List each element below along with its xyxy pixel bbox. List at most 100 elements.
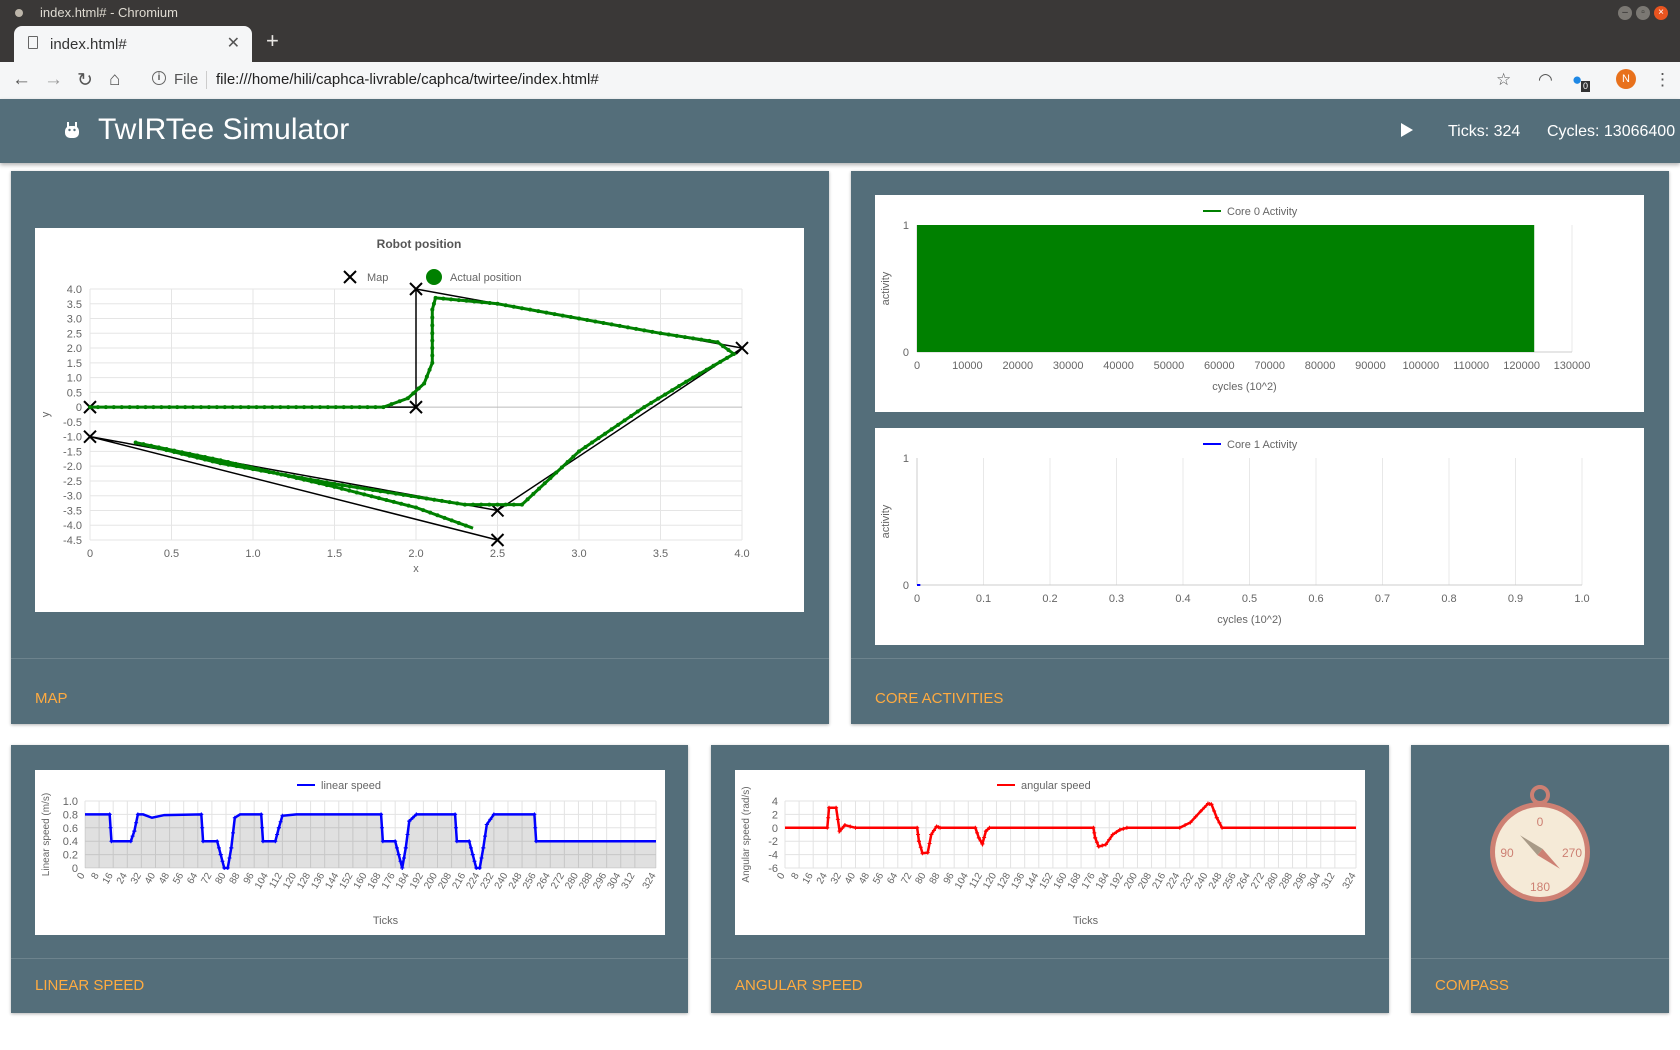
- actual-position-point: [617, 323, 622, 328]
- y-tick-label: 0: [772, 823, 778, 835]
- actual-position-point: [393, 491, 398, 496]
- actual-position-point: [455, 501, 460, 506]
- robot-position-chart: 0 0.5 1.0 1.5 2.0 2.5 3.0 3.5 4.0 4.0 3.5 3.0 2.5 2.0…: [40, 237, 750, 575]
- x-tick-label: 312: [620, 871, 638, 891]
- card-divider: [11, 658, 829, 659]
- actual-position-point: [577, 449, 581, 454]
- actual-position-point: [449, 518, 454, 523]
- actual-position-point: [629, 413, 634, 418]
- y-tick-label: -0.5: [63, 417, 82, 429]
- x-tick-label: 192: [1108, 871, 1126, 891]
- linear-speed-card: 0 8 16 24 32 40 48 56 64 72 80 88 96 104 112 120 128 136 1…: [11, 745, 688, 1013]
- actual-position-point: [487, 301, 492, 306]
- actual-position-point: [347, 484, 352, 489]
- actual-position-point: [487, 502, 492, 507]
- y-tick-label: 0.6: [63, 823, 78, 835]
- x-tick-label: 40: [143, 871, 158, 887]
- y-tick-label: 1.5: [67, 358, 82, 370]
- actual-position-point: [254, 405, 259, 410]
- actual-position-point: [649, 400, 654, 405]
- info-icon[interactable]: i: [152, 71, 166, 85]
- window-title: index.html# - Chromium: [40, 5, 178, 20]
- actual-position-point: [262, 405, 267, 410]
- x-tick-label: 224: [464, 871, 482, 891]
- actual-position-point: [519, 502, 524, 507]
- actual-position-point: [286, 474, 291, 479]
- forward-icon[interactable]: →: [44, 69, 63, 91]
- x-tick-label: 184: [394, 871, 412, 891]
- home-icon[interactable]: ⌂: [109, 69, 120, 91]
- actual-position-point: [226, 460, 231, 465]
- extension-headset-icon[interactable]: ◠: [1538, 70, 1553, 90]
- x-tick-label: 176: [1080, 871, 1098, 891]
- actual-position-point: [275, 471, 280, 476]
- legend-map-label: Map: [367, 272, 388, 284]
- x-tick-label: 304: [1305, 871, 1323, 891]
- maximize-icon[interactable]: ▫: [1636, 6, 1650, 20]
- menu-icon[interactable]: ⋮: [1654, 70, 1671, 90]
- actual-position-point: [658, 331, 663, 336]
- x-tick-label: 8: [89, 871, 102, 882]
- url-scheme: File: [174, 71, 199, 88]
- actual-position-point: [143, 405, 148, 410]
- actual-position-point: [707, 338, 712, 343]
- actual-position-point: [472, 299, 477, 304]
- actual-position-point: [585, 318, 590, 323]
- actual-position-point: [625, 325, 630, 330]
- actual-position-point: [525, 497, 530, 502]
- actual-position-point: [199, 405, 204, 410]
- core1-chart-panel: 0 0.1 0.2 0.3 0.4 0.5 0.6 0.7 0.8 0.9 1.0 1 0 Core 1 …: [875, 428, 1644, 645]
- actual-position-point: [430, 346, 435, 351]
- legend-label: Core 0 Activity: [1227, 206, 1298, 218]
- x-tick-label: 40000: [1103, 360, 1134, 372]
- back-icon[interactable]: ←: [12, 69, 31, 91]
- bookmark-star-icon[interactable]: ☆: [1496, 70, 1511, 90]
- actual-position-point: [441, 296, 446, 301]
- x-tick-label: 264: [535, 871, 553, 891]
- x-tick-label: 0: [87, 548, 93, 560]
- browser-tab[interactable]: index.html# ✕: [14, 26, 252, 62]
- actual-position-point: [642, 328, 647, 333]
- actual-position-point: [241, 463, 246, 468]
- actual-position-point: [731, 351, 736, 356]
- play-icon[interactable]: [1401, 123, 1413, 137]
- map-chart-panel: 0 0.5 1.0 1.5 2.0 2.5 3.0 3.5 4.0 4.0 3.5 3.0 2.5 2.0…: [35, 228, 804, 612]
- actual-position-point: [479, 502, 484, 507]
- actual-position-point: [238, 405, 243, 410]
- x-tick-label: 0.3: [1109, 593, 1124, 605]
- actual-position-point: [378, 489, 383, 494]
- actual-position-point: [317, 405, 322, 410]
- x-tick-label: 4.0: [734, 548, 749, 560]
- x-tick-label: 120: [281, 871, 299, 891]
- x-tick-label: 296: [591, 871, 609, 891]
- actual-position-point: [411, 391, 416, 396]
- close-tab-icon[interactable]: ✕: [227, 33, 240, 53]
- compass-card-title: COMPASS: [1435, 977, 1509, 994]
- x-tick-label: 80: [913, 871, 928, 887]
- address-input[interactable]: file:///home/hili/caphca-livrable/caphca…: [216, 71, 599, 88]
- minimize-icon[interactable]: –: [1618, 6, 1632, 20]
- actual-position-point: [593, 319, 598, 324]
- compass-widget: 0 90 270 180: [1490, 785, 1590, 902]
- profile-avatar[interactable]: N: [1616, 69, 1636, 89]
- x-tick-label: 192: [408, 871, 426, 891]
- new-tab-button[interactable]: +: [266, 28, 279, 54]
- actual-position-point: [279, 472, 284, 477]
- reload-icon[interactable]: ↻: [77, 69, 93, 92]
- x-tick-label: 168: [366, 871, 384, 891]
- x-tick-label: 304: [605, 871, 623, 891]
- x-tick-label: 1.5: [327, 548, 342, 560]
- actual-position-point: [430, 323, 435, 328]
- x-tick-label: 272: [1249, 871, 1267, 891]
- x-tick-label: 100000: [1402, 360, 1439, 372]
- actual-position-point: [270, 405, 275, 410]
- actual-position-point: [560, 313, 565, 318]
- actual-position-point: [363, 486, 368, 491]
- actual-position-point: [156, 445, 161, 450]
- actual-position-point: [684, 379, 689, 384]
- y-tick-label: 0.2: [63, 850, 78, 862]
- actual-position-point: [577, 316, 581, 321]
- x-tick-label: 72: [199, 871, 214, 887]
- actual-position-point: [583, 444, 588, 449]
- close-window-icon[interactable]: ×: [1654, 6, 1668, 20]
